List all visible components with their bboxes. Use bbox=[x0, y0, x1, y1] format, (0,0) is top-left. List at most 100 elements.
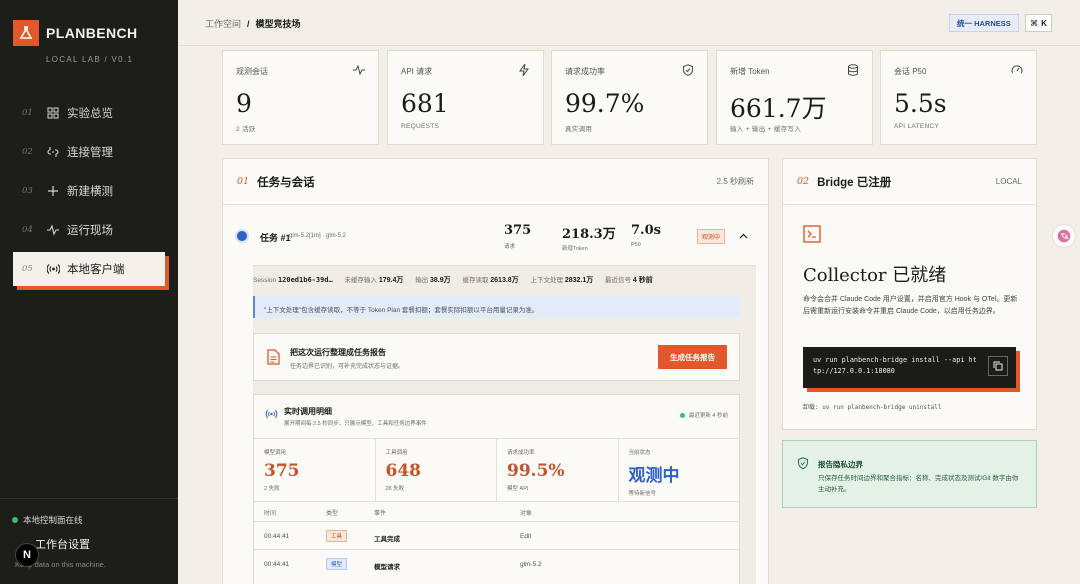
session-summary: Session 120ed1b6-39d… 未缓存输入 179.4万 输出 38… bbox=[253, 274, 756, 285]
stat-card-p50: 会话 P50 5.5s API LATENCY bbox=[880, 50, 1037, 145]
app-name: PLANBENCH bbox=[46, 25, 138, 41]
table-row[interactable]: 00:44:41 模型 模型请求 glm-5.2 bbox=[254, 549, 739, 577]
sidebar-item-label: 运行现场 bbox=[67, 225, 113, 237]
nav-number: 01 bbox=[22, 108, 33, 118]
task-row[interactable]: 任务 #1 glm-5.2[1m] · glm-5.2 375 请求 218.3… bbox=[223, 205, 768, 265]
command-key-icon: ⌘ bbox=[1030, 18, 1039, 28]
avatar[interactable]: N bbox=[15, 543, 39, 567]
stat-label: 观测会话 bbox=[236, 67, 268, 76]
translate-icon bbox=[1057, 229, 1071, 243]
sidebar-item-local-client[interactable]: 05 本地客户端 bbox=[13, 252, 165, 286]
column-header: 事件 bbox=[374, 511, 387, 517]
divider bbox=[0, 498, 178, 499]
report-desc: 任务边界已识别，可补充完成状态与证据。 bbox=[290, 364, 405, 370]
privacy-desc: 只保存任务时间边界和聚合指标：名称、完成状态及测试/Git 数字由你主动补充。 bbox=[818, 475, 1019, 493]
install-command: uv run planbench-bridge install --api ht… bbox=[803, 347, 1016, 388]
metric-label: 请求成功率 bbox=[507, 450, 535, 456]
grid-icon bbox=[46, 106, 60, 120]
workspace-settings-label: 工作台设置 bbox=[35, 539, 90, 551]
stat-label: API 请求 bbox=[401, 67, 433, 76]
sidebar-item-label: 本地客户端 bbox=[67, 264, 125, 276]
table-row[interactable]: 00:44:41 工具 工具完成 Edit bbox=[254, 521, 739, 549]
column-header: 时间 bbox=[264, 511, 277, 517]
broadcast-icon bbox=[46, 262, 60, 276]
type-badge: 模型 bbox=[326, 558, 348, 570]
stat-value: 5.5s bbox=[894, 89, 947, 118]
sidebar-item-live-run[interactable]: 04 运行现场 bbox=[13, 213, 165, 247]
session-output-label: 输出 bbox=[415, 277, 429, 284]
command-palette-button[interactable]: ⌘ K bbox=[1025, 14, 1052, 32]
panel-title: Bridge 已注册 bbox=[817, 176, 892, 189]
top-bar: 工作空间 / 模型竞技场 统一 HARNESS ⌘ K bbox=[178, 0, 1080, 46]
database-icon bbox=[848, 64, 858, 76]
sidebar-item-new-benchmark[interactable]: 03 新建横测 bbox=[13, 174, 165, 208]
session-input: 179.4万 bbox=[378, 277, 404, 284]
stat-label: 新增 Token bbox=[730, 67, 770, 76]
session-output: 38.9万 bbox=[430, 277, 451, 284]
activity-icon bbox=[46, 223, 60, 237]
sidebar-item-connections[interactable]: 02 连接管理 bbox=[13, 135, 165, 169]
session-id[interactable]: 120ed1b6-39d… bbox=[278, 276, 333, 284]
panel-header: 01 任务与会话 2.5 秒刷新 bbox=[223, 159, 768, 205]
session-cache: 2613.8万 bbox=[490, 277, 519, 284]
breadcrumb-separator: / bbox=[247, 19, 250, 29]
shield-icon bbox=[683, 64, 693, 76]
task-name: 任务 #1 bbox=[260, 233, 291, 243]
breadcrumb-workspace[interactable]: 工作空间 bbox=[205, 19, 241, 29]
metric-label: 工具调用 bbox=[385, 450, 408, 456]
stat-value: 681 bbox=[401, 89, 449, 118]
live-title: 实时调用明细 bbox=[284, 407, 332, 416]
panel-header: 02 Bridge 已注册 LOCAL bbox=[783, 159, 1036, 205]
metric-sub: 等待新信号 bbox=[628, 491, 657, 497]
bridge-scope: LOCAL bbox=[995, 177, 1022, 186]
stat-label: 请求成功率 bbox=[565, 67, 605, 76]
stat-value: 99.7% bbox=[565, 89, 645, 118]
collector-heading: Collector 已就绪 bbox=[803, 265, 947, 286]
refresh-interval: 2.5 秒刷新 bbox=[716, 177, 754, 186]
plus-icon bbox=[46, 184, 60, 198]
metric-sub: 28 失败 bbox=[385, 486, 405, 492]
stat-sub: API LATENCY bbox=[894, 123, 940, 130]
task-detail: Session 120ed1b6-39d… 未缓存输入 179.4万 输出 38… bbox=[253, 265, 756, 584]
column-header: 对象 bbox=[520, 511, 533, 517]
task-requests: 375 bbox=[504, 223, 532, 238]
copy-button[interactable] bbox=[988, 356, 1008, 376]
stat-sub: 2 活跃 bbox=[236, 126, 256, 133]
stat-value: 9 bbox=[236, 89, 252, 118]
session-context-label: 上下文处理 bbox=[530, 277, 564, 284]
sidebar-nav: 01 实验总览 02 连接管理 03 新建横测 04 运行现场 05 本地客户端 bbox=[13, 96, 165, 291]
translate-button[interactable] bbox=[1052, 224, 1076, 248]
metric-value: 648 bbox=[385, 461, 422, 481]
app-logo[interactable]: PLANBENCH bbox=[13, 20, 138, 46]
privacy-note: 报告隐私边界 只保存任务时间边界和聚合指标：名称、完成状态及测试/Git 数字由… bbox=[782, 440, 1037, 508]
sidebar: PLANBENCH LOCAL LAB / V0.1 01 实验总览 02 连接… bbox=[0, 0, 178, 584]
harness-badge[interactable]: 统一 HARNESS bbox=[949, 14, 1019, 32]
metric-label: 模型调用 bbox=[264, 450, 287, 456]
status-badge: 观测中 bbox=[697, 229, 726, 244]
collector-desc: 命令会合并 Claude Code 用户设置，并启用官方 Hook 与 OTel… bbox=[803, 296, 1018, 315]
breadcrumb-current: 模型竞技场 bbox=[255, 19, 301, 29]
row-event: 模型请求 bbox=[374, 564, 400, 571]
row-time: 00:44:41 bbox=[264, 561, 290, 568]
live-calls-panel: 实时调用明细 展开期间每 2.5 秒同步，只展示模型、工具和任务边界事件 最近更… bbox=[253, 394, 740, 584]
task-tokens: 218.3万 bbox=[562, 227, 616, 242]
panel-number: 02 bbox=[797, 176, 810, 187]
live-metrics: 模型调用 375 2 失败 工具调用 648 28 失败 请求成功率 99.5% 模型 AP… bbox=[254, 438, 739, 502]
bridge-panel: 02 Bridge 已注册 LOCAL Collector 已就绪 命令会合并 … bbox=[782, 158, 1037, 430]
row-object: glm-5.2 bbox=[520, 561, 542, 568]
plug-icon bbox=[46, 145, 60, 159]
radio-selected-icon[interactable] bbox=[237, 231, 247, 241]
session-signal: 4 秒前 bbox=[632, 277, 653, 284]
copy-icon bbox=[993, 361, 1003, 371]
install-command-text[interactable]: uv run planbench-bridge install --api ht… bbox=[813, 356, 977, 375]
bolt-icon bbox=[519, 64, 529, 76]
chevron-up-icon[interactable] bbox=[739, 233, 748, 239]
generate-report-button[interactable]: 生成任务报告 bbox=[658, 345, 727, 369]
report-card: 把这次运行整理成任务报告 任务边界已识别，可补充完成状态与证据。 生成任务报告 bbox=[253, 333, 740, 381]
stat-card-sessions: 观测会话 9 2 活跃 bbox=[222, 50, 379, 145]
session-cache-label: 缓存读取 bbox=[462, 277, 489, 284]
flask-icon bbox=[13, 20, 39, 46]
sidebar-item-label: 实验总览 bbox=[67, 108, 113, 120]
metric-tool-calls: 工具调用 648 28 失败 bbox=[376, 439, 497, 501]
sidebar-item-overview[interactable]: 01 实验总览 bbox=[13, 96, 165, 130]
